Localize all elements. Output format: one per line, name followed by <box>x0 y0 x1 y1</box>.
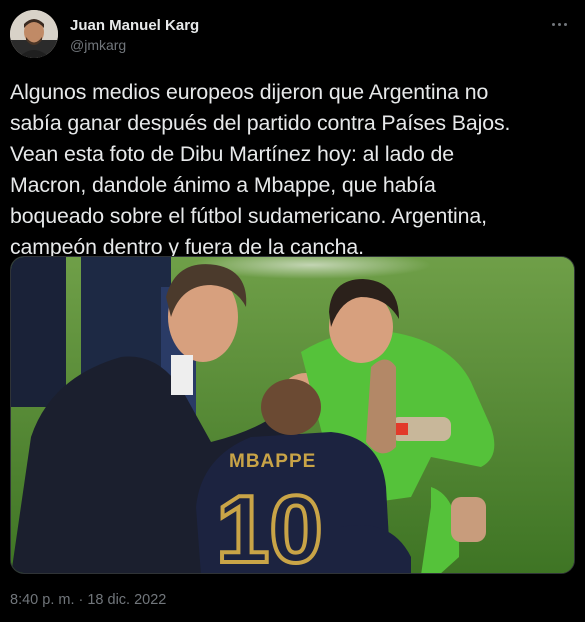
jersey-number: 10 <box>216 476 323 574</box>
author-names: Juan Manuel Karg @jmkarg <box>70 16 199 54</box>
tweet-photo[interactable]: MBAPPE 10 <box>10 256 575 574</box>
tweet-timestamp[interactable]: 8:40 p. m. · 18 dic. 2022 <box>10 592 166 608</box>
more-options-icon[interactable] <box>547 12 571 36</box>
tweet-text: Algunos medios europeos dijeron que Arge… <box>10 80 511 259</box>
handle[interactable]: @jmkarg <box>70 36 199 54</box>
tweet-header: Juan Manuel Karg @jmkarg <box>10 10 575 62</box>
display-name[interactable]: Juan Manuel Karg <box>70 16 199 35</box>
avatar[interactable] <box>10 10 58 58</box>
avatar-photo-icon <box>10 10 58 58</box>
jersey-name: MBAPPE <box>229 451 316 472</box>
tweet-card: Juan Manuel Karg @jmkarg Algunos medios … <box>0 0 585 622</box>
photo-scene: MBAPPE 10 <box>11 257 574 574</box>
